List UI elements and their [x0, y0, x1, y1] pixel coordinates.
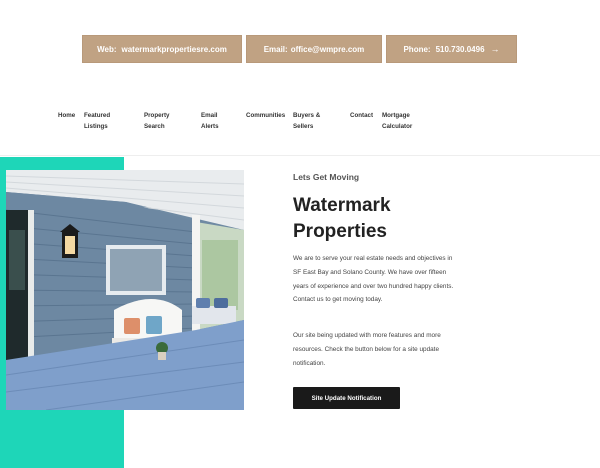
section-divider	[0, 155, 600, 156]
email-label: Email:	[263, 44, 288, 54]
nav-item-featured-listings[interactable]: Featured Listings	[84, 110, 110, 132]
hero-title: Watermark Properties	[293, 193, 473, 245]
nav-label: Calculator	[382, 123, 413, 130]
nav-label: Listings	[84, 123, 108, 130]
porch-photo	[6, 170, 244, 410]
hero-paragraph-intro: We are to serve your real estate needs a…	[293, 255, 454, 304]
site-update-notification-button[interactable]: Site Update Notification	[293, 387, 400, 409]
nav-label: Featured	[84, 112, 111, 119]
nav-label: Communities	[246, 112, 286, 119]
main-nav: Home Featured Listings Property Search E…	[0, 110, 600, 134]
nav-item-property-search[interactable]: Property Search	[144, 110, 169, 132]
nav-label: Buyers &	[293, 112, 321, 119]
nav-label: Alerts	[201, 123, 219, 130]
nav-label: Sellers	[293, 123, 314, 130]
email-button[interactable]: Email: office@wmpre.com	[246, 35, 382, 63]
nav-label: Mortgage	[382, 112, 410, 119]
web-label: Web:	[97, 44, 117, 54]
website-button[interactable]: Web: watermarkpropertiesre.com	[82, 35, 242, 63]
hero-eyebrow: Lets Get Moving	[293, 172, 360, 182]
nav-item-mortgage-calculator[interactable]: Mortgage Calculator	[382, 110, 412, 132]
phone-label: Phone:	[403, 44, 431, 54]
web-value: watermarkpropertiesre.com	[121, 44, 227, 54]
hero-paragraph-update: Our site being updated with more feature…	[293, 332, 441, 367]
hero-title-line: Properties	[293, 221, 387, 242]
nav-item-communities[interactable]: Communities	[246, 110, 285, 121]
nav-item-buyers-sellers[interactable]: Buyers & Sellers	[293, 110, 320, 132]
nav-item-contact[interactable]: Contact	[350, 110, 373, 121]
nav-label: Contact	[350, 112, 374, 119]
nav-label: Home	[58, 112, 76, 119]
nav-label: Property	[144, 112, 170, 119]
phone-value: 510.730.0496	[435, 44, 485, 54]
nav-label: Email	[201, 112, 218, 119]
nav-item-home[interactable]: Home	[58, 110, 75, 121]
hero-title-line: Watermark	[293, 195, 391, 216]
phone-button[interactable]: Phone: 510.730.0496 →	[386, 35, 517, 63]
nav-label: Search	[144, 123, 165, 130]
nav-item-email-alerts[interactable]: Email Alerts	[201, 110, 219, 132]
arrow-right-icon: →	[490, 44, 500, 54]
email-value: office@wmpre.com	[290, 44, 365, 54]
